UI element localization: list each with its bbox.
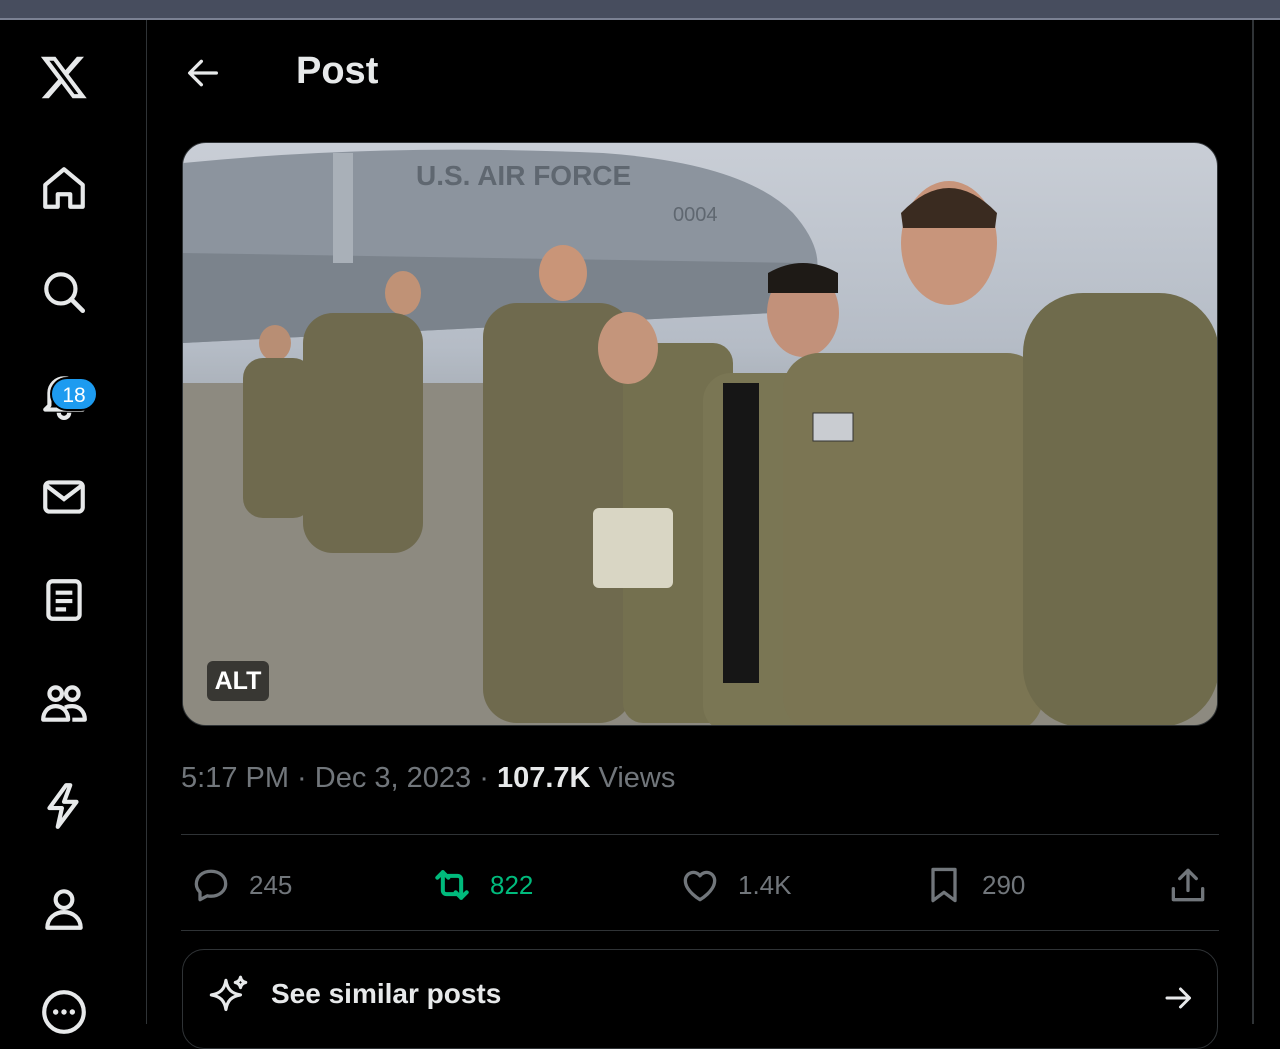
sidebar-item-communities[interactable] — [34, 673, 94, 733]
reply-count: 245 — [249, 869, 293, 900]
share-button[interactable] — [1166, 858, 1210, 912]
premium-icon — [47, 783, 79, 829]
communities-icon — [41, 685, 87, 722]
see-similar-posts-button[interactable]: See similar posts — [182, 949, 1218, 1049]
sidebar-item-lists[interactable] — [34, 570, 94, 630]
profile-icon — [45, 889, 83, 930]
post-media-image[interactable]: U.S. AIR FORCE 0004 ALT — [182, 142, 1218, 726]
repost-button[interactable]: 822 — [430, 858, 533, 912]
bookmark-count: 290 — [982, 869, 1026, 900]
bookmark-icon — [931, 867, 957, 903]
share-icon — [1171, 868, 1205, 902]
sidebar-item-profile[interactable] — [34, 879, 94, 939]
sidebar-item-explore[interactable] — [34, 262, 94, 322]
repost-count: 822 — [490, 869, 534, 900]
sparkle-icon — [209, 975, 248, 1012]
repost-icon — [435, 870, 469, 900]
divider — [181, 834, 1219, 835]
divider — [181, 930, 1219, 931]
bookmark-button[interactable]: 290 — [922, 858, 1025, 912]
arrow-left-icon — [188, 59, 218, 87]
post-date[interactable]: Dec 3, 2023 — [315, 762, 471, 794]
page-title: Post — [296, 50, 379, 92]
aircraft-tail-number: 0004 — [673, 204, 718, 226]
post-header: Post — [147, 20, 1252, 130]
photo-illustration: U.S. AIR FORCE 0004 — [183, 149, 1217, 725]
home-icon — [43, 167, 85, 209]
like-count: 1.4K — [738, 869, 792, 900]
sidebar-nav: 18 — [0, 20, 147, 1034]
sidebar-item-more[interactable] — [34, 982, 94, 1042]
browser-top-bar — [0, 0, 1280, 20]
meta-separator: · — [289, 762, 315, 794]
see-similar-posts-label: See similar posts — [271, 978, 502, 1009]
heart-icon — [683, 870, 717, 902]
more-icon — [42, 990, 86, 1034]
sidebar-item-premium[interactable] — [34, 776, 94, 836]
notifications-badge: 18 — [50, 377, 98, 411]
post-actions-bar: 245 822 1.4K 290 — [181, 858, 1219, 912]
reply-icon — [194, 869, 228, 902]
views-label: Views — [598, 762, 676, 794]
lists-icon — [46, 579, 82, 621]
meta-separator: · — [471, 762, 497, 794]
post-time[interactable]: 5:17 PM — [181, 762, 289, 794]
post-metadata: 5:17 PM · Dec 3, 2023 · 107.7K Views — [181, 762, 675, 795]
column-border — [1252, 20, 1254, 1024]
mail-icon — [43, 480, 85, 514]
like-button[interactable]: 1.4K — [678, 858, 792, 912]
views-count: 107.7K — [496, 762, 591, 794]
sidebar-item-home[interactable] — [34, 158, 94, 218]
reply-button[interactable]: 245 — [189, 858, 292, 912]
alt-text-badge[interactable]: ALT — [207, 661, 269, 701]
x-logo-icon — [40, 56, 87, 99]
search-icon — [44, 272, 86, 314]
sidebar-item-messages[interactable] — [34, 467, 94, 527]
arrow-right-icon — [1165, 987, 1191, 1009]
aircraft-lettering: U.S. AIR FORCE — [416, 160, 631, 191]
back-button[interactable] — [183, 53, 223, 93]
x-logo[interactable] — [34, 47, 94, 107]
